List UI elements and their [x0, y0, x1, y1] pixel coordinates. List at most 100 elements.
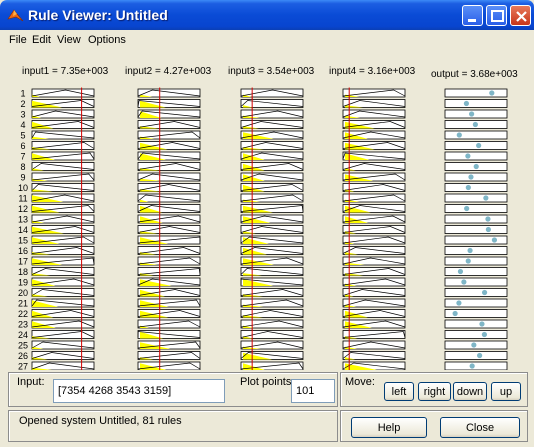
rule-number[interactable]: 20	[18, 288, 28, 298]
rule-number[interactable]: 15	[18, 236, 28, 246]
plot-points-field[interactable]	[291, 379, 335, 403]
rule-number[interactable]: 12	[18, 204, 28, 214]
rule-number[interactable]: 5	[20, 131, 25, 141]
close-window-button[interactable]	[510, 5, 531, 26]
rule-number[interactable]: 18	[18, 267, 28, 277]
output-mf-cell	[444, 246, 508, 255]
rule-number[interactable]: 1	[20, 89, 25, 99]
rule-number[interactable]: 2	[20, 99, 25, 109]
rule-number[interactable]: 26	[18, 351, 28, 361]
input-mf-cell	[342, 87, 406, 99]
output-mf-cell	[444, 141, 508, 150]
output-mf-cell	[444, 256, 508, 266]
rule-number[interactable]: 3	[20, 110, 25, 120]
input-mf-cell	[31, 161, 95, 172]
rule-number[interactable]: 27	[18, 362, 28, 371]
input-mf-cell	[137, 98, 201, 109]
menu-options[interactable]: Options	[88, 34, 126, 46]
input-mf-cell	[31, 318, 95, 330]
input-mf-cell	[342, 350, 406, 361]
input-mf-cell	[31, 255, 95, 267]
move-left-button[interactable]: left	[384, 382, 414, 401]
help-button[interactable]: Help	[351, 417, 427, 438]
window-title: Rule Viewer: Untitled	[28, 7, 168, 23]
status-message: Opened system Untitled, 81 rules	[19, 415, 182, 427]
input-mf-cell	[240, 224, 304, 235]
input-mf-cell	[342, 119, 406, 130]
output-mf-cell	[444, 99, 508, 108]
rules-grid[interactable]: 1234567891011121314151617181920212223242…	[4, 52, 530, 370]
rule-number[interactable]: 16	[18, 246, 28, 256]
move-up-button[interactable]: up	[491, 382, 521, 401]
rule-number[interactable]: 6	[20, 141, 25, 151]
input-mf-cell	[240, 360, 304, 370]
rule-number[interactable]: 17	[18, 257, 28, 267]
input-mf-cell	[137, 119, 201, 130]
rule-number[interactable]: 24	[18, 330, 28, 340]
input-mf-cell	[137, 266, 201, 277]
minimize-button[interactable]	[462, 5, 483, 26]
rule-number[interactable]: 23	[18, 320, 28, 330]
output-mf-cell	[444, 225, 508, 234]
input-mf-cell	[137, 129, 201, 141]
input-mf-cell	[240, 140, 304, 151]
input-mf-cell	[342, 360, 406, 370]
input-mf-cell	[240, 287, 304, 298]
rule-number[interactable]: 25	[18, 341, 28, 351]
rule-number[interactable]: 4	[20, 120, 25, 130]
output-mf-cell	[444, 330, 508, 339]
input-mf-cell	[342, 308, 406, 319]
output-mf-cell	[444, 204, 508, 213]
menu-edit[interactable]: Edit	[32, 34, 51, 46]
input-mf-cell	[240, 266, 304, 277]
rule-number[interactable]: 14	[18, 225, 28, 235]
menu-file[interactable]: File	[9, 34, 27, 46]
input-mf-cell	[137, 276, 201, 288]
input-mf-cell	[31, 171, 95, 183]
close-icon	[516, 11, 527, 22]
input-vector-field[interactable]	[53, 379, 225, 403]
input-mf-cell	[137, 150, 201, 162]
input-mf-cell	[342, 203, 406, 214]
close-button[interactable]: Close	[440, 417, 520, 438]
input-mf-cell	[137, 182, 201, 193]
input-mf-cell	[137, 318, 201, 330]
rule-plot-area: input1 = 7.35e+003 input2 = 4.27e+003 in…	[4, 52, 530, 370]
plot-points-label: Plot points:	[240, 376, 295, 388]
menu-view[interactable]: View	[57, 34, 81, 46]
rule-number[interactable]: 21	[18, 299, 28, 309]
move-right-button[interactable]: right	[418, 382, 451, 401]
move-panel: Move: left right down up	[340, 372, 528, 407]
input-mf-cell	[240, 234, 304, 246]
input-mf-cell	[31, 360, 95, 370]
title-bar: Rule Viewer: Untitled	[0, 0, 534, 30]
rule-number[interactable]: 9	[20, 173, 25, 183]
rule-number[interactable]: 7	[20, 152, 25, 162]
input-mf-cell	[240, 297, 304, 309]
rule-number[interactable]: 13	[18, 215, 28, 225]
output-mf-cell	[444, 183, 508, 192]
action-panel: Help Close	[340, 410, 528, 442]
input-mf-cell	[31, 192, 95, 204]
rule-number[interactable]: 22	[18, 309, 28, 319]
input-mf-cell	[137, 350, 201, 361]
input-mf-cell	[31, 98, 95, 109]
menu-bar: File Edit View Options	[4, 30, 530, 52]
rule-number[interactable]: 19	[18, 278, 28, 288]
input-mf-cell	[240, 161, 304, 172]
rule-number[interactable]: 10	[18, 183, 28, 193]
input-mf-cell	[240, 213, 304, 225]
output-mf-cell	[444, 351, 508, 360]
input-mf-cell	[342, 329, 406, 340]
input-mf-cell	[137, 140, 201, 151]
move-down-button[interactable]: down	[453, 382, 487, 401]
maximize-button[interactable]	[486, 5, 507, 26]
input-mf-cell	[31, 140, 95, 151]
input-mf-cell	[342, 108, 406, 120]
rule-number[interactable]: 8	[20, 162, 25, 172]
input-mf-cell	[31, 287, 95, 298]
input-mf-cell	[342, 98, 406, 109]
output-mf-cell	[444, 120, 508, 129]
input-mf-cell	[240, 119, 304, 130]
rule-number[interactable]: 11	[18, 194, 27, 204]
